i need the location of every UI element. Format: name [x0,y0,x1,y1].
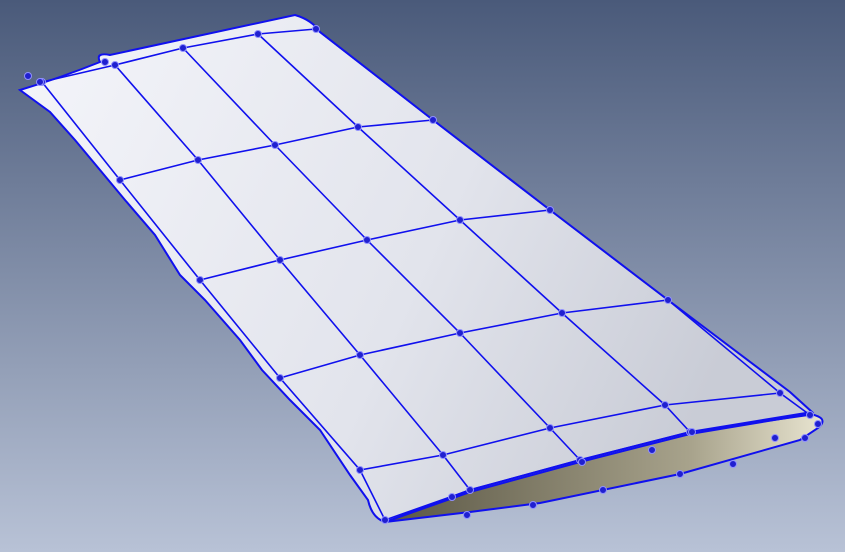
control-point-node[interactable] [456,216,464,224]
control-point-node[interactable] [776,389,784,397]
control-point-node[interactable] [806,411,814,419]
control-point-node[interactable] [36,78,44,86]
control-point-node[interactable] [456,329,464,337]
control-point-node[interactable] [24,72,32,80]
control-point-node[interactable] [661,401,669,409]
control-point-node[interactable] [439,451,447,459]
control-point-node[interactable] [356,351,364,359]
control-point-node[interactable] [179,44,187,52]
control-point-node[interactable] [312,25,320,33]
control-point-node[interactable] [546,206,554,214]
control-point-node[interactable] [111,61,119,69]
control-point-node[interactable] [101,58,109,66]
control-point-node[interactable] [676,470,684,478]
control-point-node[interactable] [599,486,607,494]
control-point-node[interactable] [271,141,279,149]
control-point-node[interactable] [466,486,474,494]
control-point-node[interactable] [254,30,262,38]
control-point-node[interactable] [578,458,586,466]
control-point-node[interactable] [381,516,389,524]
control-point-node[interactable] [429,116,437,124]
control-point-node[interactable] [354,123,362,131]
control-point-node[interactable] [546,424,554,432]
control-point-node[interactable] [558,309,566,317]
control-point-node[interactable] [801,434,809,442]
control-point-node[interactable] [771,434,779,442]
control-point-node[interactable] [648,446,656,454]
control-point-node[interactable] [276,374,284,382]
control-point-node[interactable] [814,420,822,428]
control-point-node[interactable] [196,276,204,284]
control-point-node[interactable] [116,176,124,184]
control-point-node[interactable] [729,460,737,468]
control-point-node[interactable] [448,493,456,501]
control-point-node[interactable] [356,466,364,474]
control-point-node[interactable] [688,428,696,436]
control-point-node[interactable] [276,256,284,264]
control-point-node[interactable] [463,511,471,519]
control-point-node[interactable] [363,236,371,244]
cad-viewport[interactable] [0,0,845,552]
control-point-node[interactable] [529,501,537,509]
control-point-node[interactable] [664,296,672,304]
control-point-node[interactable] [194,156,202,164]
